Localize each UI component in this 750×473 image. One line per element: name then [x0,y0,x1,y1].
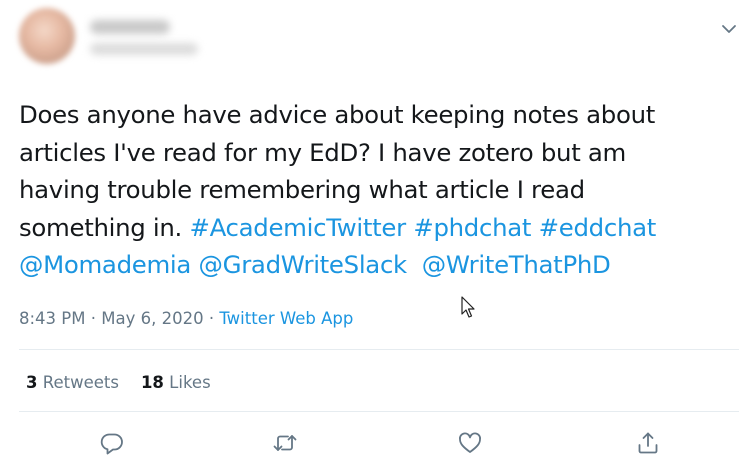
tweet-date[interactable]: May 6, 2020 [101,309,203,328]
tweet-source-link[interactable]: Twitter Web App [219,309,353,328]
likes-count: 18 [140,373,164,392]
author-block[interactable] [90,16,210,60]
meta-separator: · [85,309,102,328]
author-name-blurred [90,20,170,34]
divider [19,411,739,412]
tweet-meta: 8:43 PM · May 6, 2020 · Twitter Web App [19,309,353,328]
hashtag-eddchat[interactable]: #eddchat [539,213,657,242]
tweet-text-segment: something in. [19,212,190,242]
retweet-icon[interactable] [272,430,298,456]
share-icon[interactable] [635,430,661,456]
tweet-stats: 3 Retweets 18 Likes [26,373,211,392]
mention-momademia[interactable]: @Momademia [19,250,191,279]
chevron-down-icon[interactable] [720,20,738,38]
divider [19,349,739,350]
tweet-text-segment [531,213,538,242]
mention-gradwriteslack[interactable]: @GradWriteSlack [199,250,408,279]
retweets-count: 3 [26,373,38,392]
mouse-cursor-icon [461,296,477,320]
author-handle-blurred [90,43,198,55]
tweet-text-line: articles I've read for my EdD? I have zo… [19,134,739,172]
tweet-text-segment [191,250,198,279]
likes-stat[interactable]: 18 Likes [141,373,211,392]
tweet-text-segment: having trouble remembering what article … [19,175,585,204]
hashtag-phdchat[interactable]: #phdchat [413,213,531,242]
tweet-text-segment: articles I've read for my EdD? I have zo… [19,137,627,167]
reply-icon[interactable] [99,430,125,456]
hashtag-academictwitter[interactable]: #AcademicTwitter [189,213,406,242]
likes-label: Likes [169,373,211,392]
tweet-text: Does anyone have advice about keeping no… [19,96,739,284]
avatar[interactable] [19,8,75,64]
tweet-text-line: something in. #AcademicTwitter #phdchat … [19,209,739,247]
retweets-stat[interactable]: 3 Retweets [26,373,119,392]
tweet-text-line: having trouble remembering what article … [19,171,739,209]
tweet-text-segment [407,250,422,279]
retweets-label: Retweets [42,373,119,392]
meta-separator: · [203,309,220,328]
mention-writethatphd[interactable]: @WriteThatPhD [422,250,611,279]
tweet-time[interactable]: 8:43 PM [19,309,85,328]
tweet-detail: Does anyone have advice about keeping no… [0,0,750,473]
tweet-text-line: @Momademia @GradWriteSlack @WriteThatPhD [19,246,739,284]
tweet-text-segment: Does anyone have advice about keeping no… [19,100,655,129]
like-icon[interactable] [457,430,483,456]
tweet-text-line: Does anyone have advice about keeping no… [19,96,739,134]
